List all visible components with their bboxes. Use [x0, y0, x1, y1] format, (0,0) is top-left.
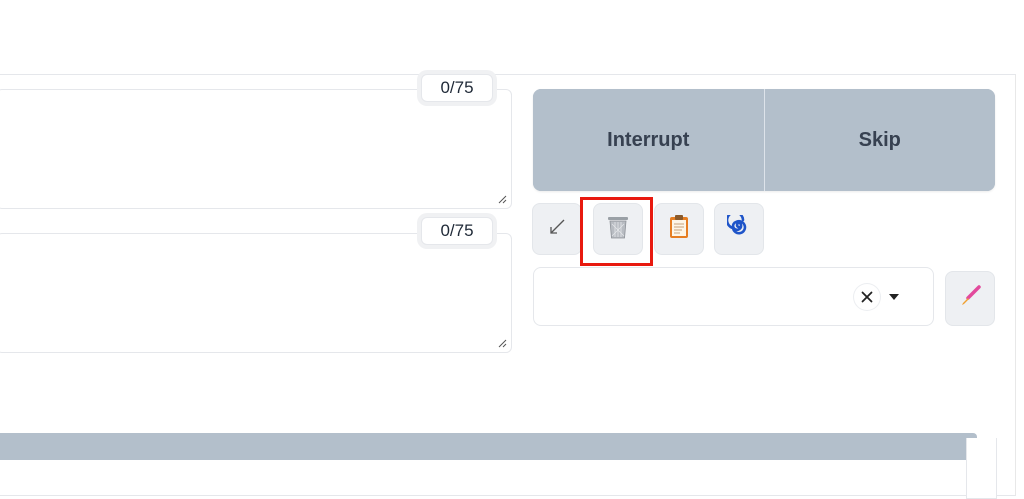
negative-prompt-token-counter: 0/75	[421, 217, 493, 245]
extra-networks-button[interactable]	[714, 203, 764, 255]
clipboard-icon	[668, 214, 690, 245]
read-generation-params-button[interactable]	[532, 203, 582, 255]
interrupt-button[interactable]: Interrupt	[533, 89, 764, 191]
prompt-textarea[interactable]	[0, 89, 512, 209]
negative-prompt-resize-grip[interactable]	[498, 339, 507, 348]
skip-button[interactable]: Skip	[763, 89, 995, 191]
trash-icon	[606, 214, 630, 245]
chevron-down-icon[interactable]	[889, 294, 899, 300]
styles-dropdown[interactable]	[533, 267, 934, 326]
clear-prompt-button[interactable]	[593, 203, 643, 255]
spiral-icon	[725, 210, 751, 244]
generate-actions: Interrupt Skip	[533, 89, 995, 191]
clear-icon[interactable]	[854, 284, 880, 310]
output-panel-edge	[966, 438, 997, 499]
apply-styles-button[interactable]	[654, 203, 704, 255]
progress-bar	[0, 433, 977, 460]
prompt-resize-grip[interactable]	[498, 195, 507, 204]
paintbrush-icon	[958, 284, 982, 313]
edit-styles-button[interactable]	[945, 271, 995, 326]
negative-prompt-textarea[interactable]	[0, 233, 512, 353]
prompt-token-counter: 0/75	[421, 74, 493, 102]
arrow-down-left-icon	[546, 216, 568, 243]
